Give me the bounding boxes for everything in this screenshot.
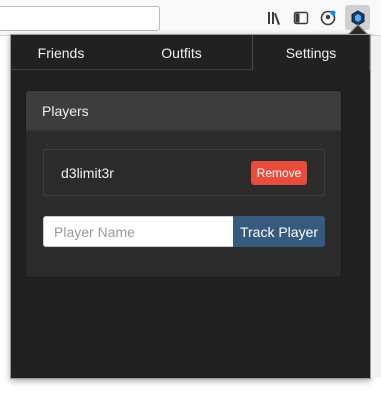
url-bar[interactable]	[0, 6, 160, 31]
tab-bar: Friends Outfits Settings	[11, 35, 370, 71]
extension-popup: Friends Outfits Settings Players d3limit…	[10, 34, 371, 379]
remove-button[interactable]: Remove	[251, 161, 307, 185]
scrollbar[interactable]	[371, 36, 381, 378]
player-name: d3limit3r	[61, 165, 114, 181]
players-panel: Players d3limit3r Remove Track Player	[25, 90, 342, 278]
library-icon[interactable]	[265, 8, 285, 28]
browser-toolbar	[0, 0, 381, 36]
panel-header: Players	[26, 91, 341, 131]
sidebar-icon[interactable]	[291, 8, 311, 28]
track-player-button[interactable]: Track Player	[233, 216, 325, 247]
track-player-form: Track Player	[43, 216, 325, 247]
tab-friends[interactable]: Friends	[11, 35, 111, 70]
player-row: d3limit3r Remove	[43, 149, 325, 196]
tab-settings[interactable]: Settings	[252, 35, 370, 71]
account-icon[interactable]	[318, 8, 338, 28]
player-name-input[interactable]	[43, 216, 233, 247]
tab-outfits[interactable]: Outfits	[111, 35, 252, 70]
